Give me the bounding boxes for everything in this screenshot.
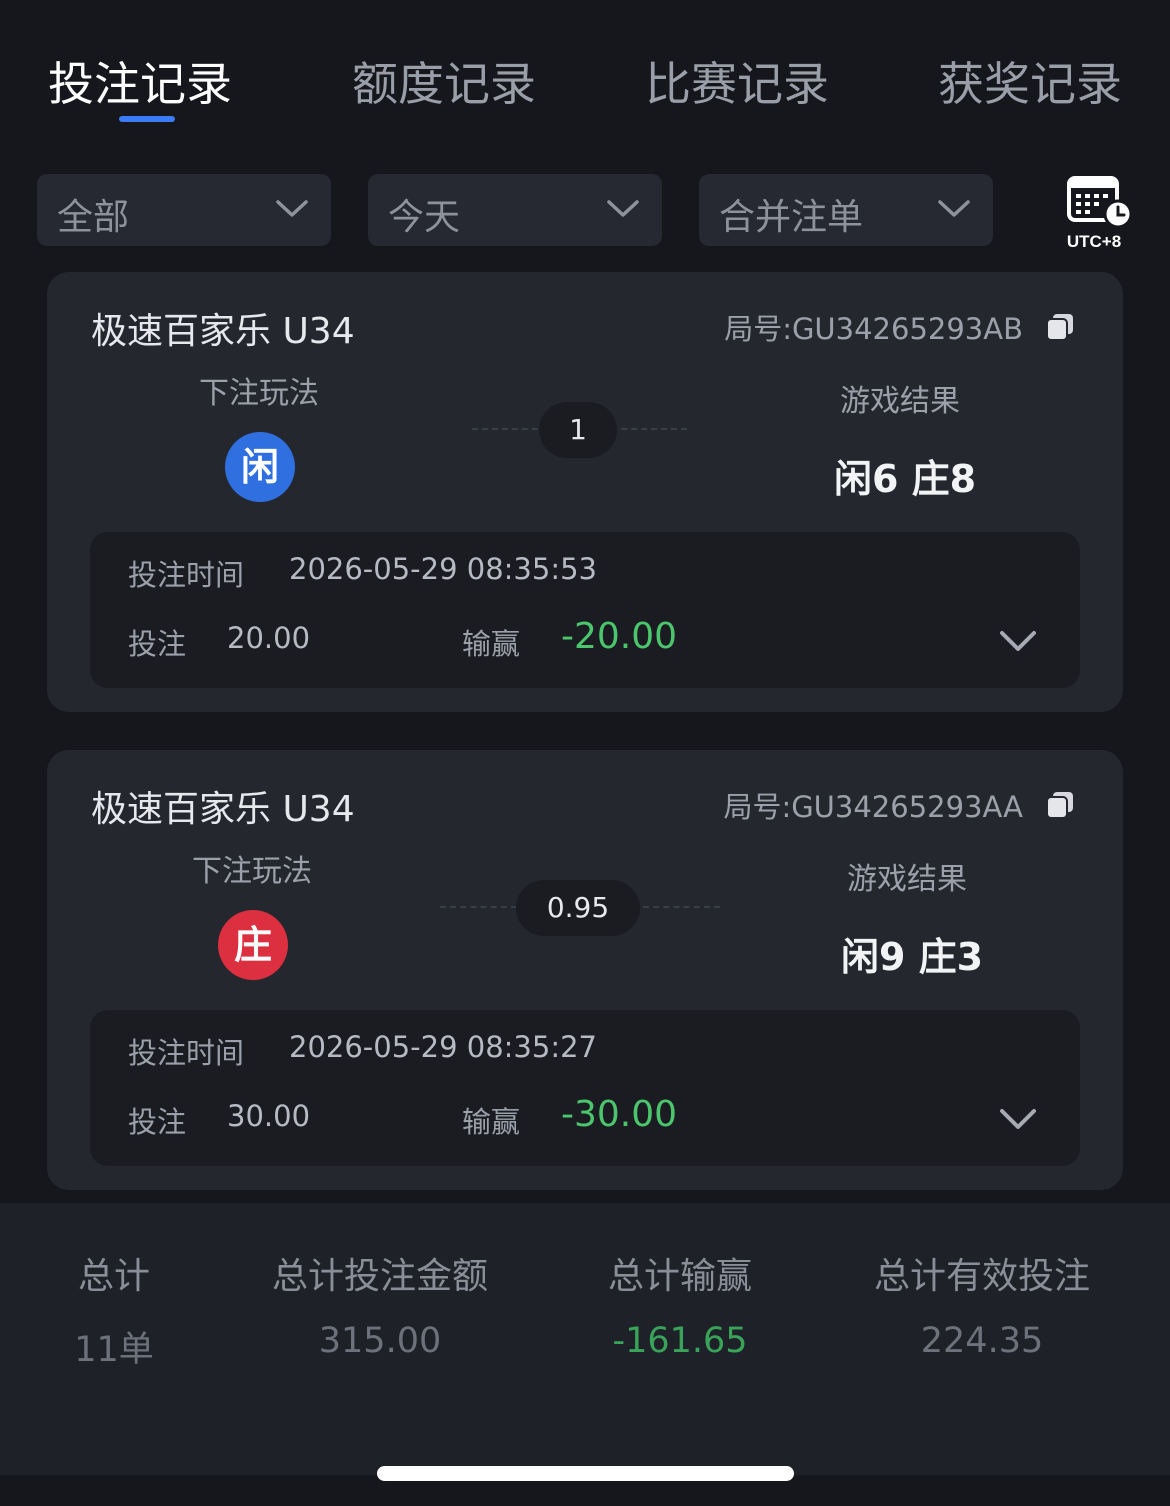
bet-detail-panel: 投注时间 2026-05-29 08:35:27 投注 30.00 输赢 -30… [90,1010,1080,1166]
summary-total: 总计 11单 [44,1247,184,1372]
summary-win-loss: 总计输赢 -161.65 [580,1247,780,1361]
calendar-clock-icon [1067,176,1133,229]
bet-time-value: 2026-05-29 08:35:53 [289,552,597,586]
category-filter-value: 全部 [57,197,130,238]
game-result: 闲9 庄3 [841,935,984,979]
bet-detail-panel: 投注时间 2026-05-29 08:35:53 投注 20.00 输赢 -20… [90,532,1080,688]
win-loss-value: -20.00 [561,616,678,657]
chevron-down-icon[interactable] [998,1106,1038,1132]
bet-time-value: 2026-05-29 08:35:27 [289,1030,597,1064]
timezone-button[interactable]: UTC+8 [1056,172,1136,256]
summary-win-loss-value: -161.65 [612,1321,748,1361]
game-result-title: 游戏结果 [847,862,967,897]
summary-total-label: 总计 [77,1256,150,1297]
bet-side-badge: 庄 [218,910,288,980]
active-tab-indicator [119,116,175,122]
game-name: 极速百家乐 U34 [91,311,355,352]
category-filter-dropdown[interactable]: 全部 [37,174,331,246]
win-loss-value: -30.00 [561,1094,678,1135]
odds-pill: 1 [539,402,617,458]
copy-icon[interactable] [1045,312,1075,342]
summary-total-value: 11单 [74,1330,154,1370]
chevron-down-icon [276,200,308,217]
bet-side-badge: 闲 [225,432,295,502]
win-loss-label: 输赢 [462,627,521,661]
summary-bet-amount-label: 总计投注金额 [271,1256,488,1297]
summary-valid-bet: 总计有效投注 224.35 [852,1247,1112,1361]
summary-bet-amount-value: 315.00 [318,1321,442,1361]
merge-mode-value: 合并注单 [719,197,864,238]
round-id: 局号:GU34265293AB [724,312,1023,346]
bet-record-card: 极速百家乐 U34 局号:GU34265293AA 下注玩法 庄 0.95 游戏… [47,750,1123,1190]
game-name: 极速百家乐 U34 [91,789,355,830]
tab-bet-records[interactable]: 投注记录 [48,48,232,114]
merge-mode-dropdown[interactable]: 合并注单 [699,174,993,246]
chevron-down-icon [607,200,639,217]
win-loss-label: 输赢 [462,1105,521,1139]
date-filter-dropdown[interactable]: 今天 [368,174,662,246]
bet-amount-label: 投注 [128,1105,187,1139]
date-filter-value: 今天 [388,197,461,238]
bet-amount-label: 投注 [128,627,187,661]
tab-prize-records[interactable]: 获奖记录 [938,48,1122,114]
timezone-label: UTC+8 [1066,232,1122,251]
bet-type-title: 下注玩法 [199,376,319,411]
bet-time-label: 投注时间 [128,558,245,592]
summary-valid-bet-value: 224.35 [920,1321,1044,1361]
copy-icon[interactable] [1045,790,1075,820]
tab-match-records[interactable]: 比赛记录 [645,48,829,114]
record-tabs: 投注记录 额度记录 比赛记录 获奖记录 [0,0,1170,140]
summary-footer: 总计 11单 总计投注金额 315.00 总计输赢 -161.65 总计有效投注… [0,1203,1170,1475]
bet-record-card: 极速百家乐 U34 局号:GU34265293AB 下注玩法 闲 1 游戏结果 … [47,272,1123,712]
summary-bet-amount: 总计投注金额 315.00 [250,1247,510,1361]
bet-type-title: 下注玩法 [192,854,312,889]
chevron-down-icon[interactable] [998,628,1038,654]
bet-amount-value: 20.00 [227,621,311,655]
game-result: 闲6 庄8 [834,457,977,501]
round-id: 局号:GU34265293AA [723,790,1023,824]
odds-pill: 0.95 [516,880,640,936]
home-indicator[interactable] [377,1466,794,1481]
chevron-down-icon [938,200,970,217]
tab-credit-records[interactable]: 额度记录 [352,48,536,114]
summary-valid-bet-label: 总计有效投注 [873,1256,1090,1297]
bet-time-label: 投注时间 [128,1036,245,1070]
game-result-title: 游戏结果 [840,384,960,419]
bet-amount-value: 30.00 [227,1099,311,1133]
summary-win-loss-label: 总计输赢 [607,1256,752,1297]
